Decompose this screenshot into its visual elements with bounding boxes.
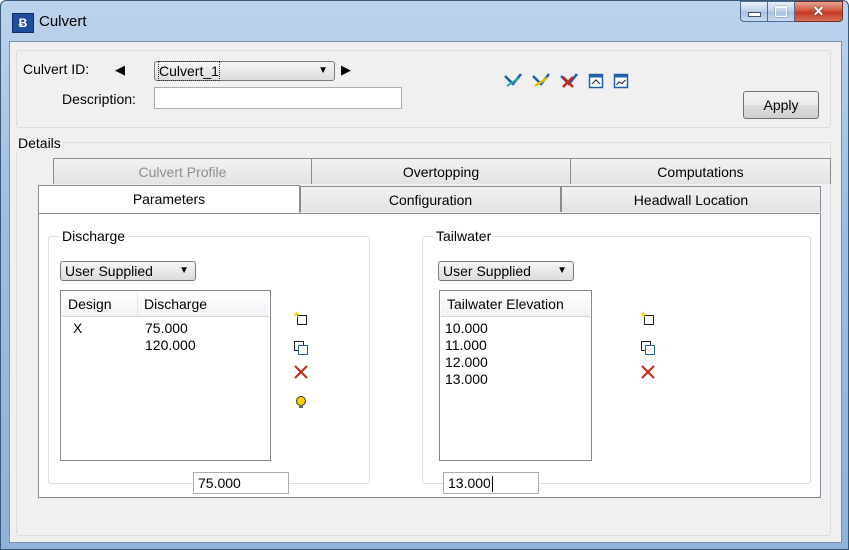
graph-icon[interactable]: [611, 71, 631, 91]
discharge-list-header: Design Discharge: [62, 292, 269, 317]
copy-discharge-icon[interactable]: [292, 339, 310, 357]
list-item[interactable]: X 75.000: [61, 320, 261, 337]
discharge-value-input[interactable]: 75.000: [193, 472, 289, 494]
add-tailwater-icon[interactable]: [639, 310, 657, 328]
tailwater-cell: 13.000: [445, 371, 488, 387]
tailwater-cell: 10.000: [445, 320, 488, 336]
minimize-button[interactable]: [740, 1, 768, 22]
column-header-discharge[interactable]: Discharge: [138, 292, 269, 316]
tailwater-mode-value: User Supplied: [443, 263, 531, 279]
window-title: Culvert: [39, 13, 87, 30]
delete-tailwater-icon[interactable]: [639, 363, 657, 381]
delete-culvert-icon[interactable]: [559, 71, 579, 91]
apply-button[interactable]: Apply: [743, 91, 819, 119]
design-cell: X: [73, 320, 83, 336]
maximize-icon: [775, 6, 787, 17]
close-button[interactable]: ✕: [795, 1, 843, 22]
add-discharge-icon[interactable]: [292, 310, 310, 328]
parameters-tab-panel: Discharge User Supplied ▼ Design Dischar…: [38, 213, 821, 498]
tailwater-value-input[interactable]: 13.000: [443, 472, 539, 494]
chevron-down-icon: ▼: [557, 265, 567, 276]
list-item[interactable]: 120.000: [61, 337, 261, 354]
maximize-button[interactable]: [768, 1, 795, 22]
previous-culvert-button[interactable]: ◀: [113, 62, 127, 78]
tailwater-cell: 11.000: [445, 337, 487, 353]
details-label: Details: [16, 135, 63, 151]
column-header-design[interactable]: Design: [62, 292, 138, 316]
description-label: Description:: [62, 91, 136, 107]
tab-overtopping[interactable]: Overtopping: [311, 158, 571, 184]
next-culvert-button[interactable]: ▶: [339, 62, 353, 78]
lightbulb-icon[interactable]: [292, 394, 310, 412]
report-icon[interactable]: [586, 71, 606, 91]
caption-buttons: ✕: [740, 1, 843, 23]
tailwater-cell: 12.000: [445, 354, 488, 370]
profile-view-icon[interactable]: [503, 71, 523, 91]
title-bar[interactable]: Ƀ Culvert ✕: [1, 1, 849, 41]
close-icon: ✕: [812, 3, 825, 19]
tab-culvert-profile[interactable]: Culvert Profile: [53, 158, 312, 184]
copy-tailwater-icon[interactable]: [639, 339, 657, 357]
app-icon: Ƀ: [12, 13, 34, 33]
dialog-client-area: Culvert ID: ◀ Culvert_1 ▼ ▶ Description:: [9, 41, 842, 543]
description-input[interactable]: [154, 87, 402, 109]
discharge-cell: 120.000: [145, 337, 196, 353]
discharge-mode-select[interactable]: User Supplied ▼: [60, 261, 196, 281]
discharge-mode-value: User Supplied: [65, 263, 153, 279]
tab-parameters[interactable]: Parameters: [38, 185, 300, 213]
tab-headwall-location[interactable]: Headwall Location: [561, 186, 821, 212]
column-header-tailwater-elevation[interactable]: Tailwater Elevation: [441, 292, 592, 316]
tailwater-mode-select[interactable]: User Supplied ▼: [438, 261, 574, 281]
tailwater-list-header: Tailwater Elevation: [441, 292, 590, 317]
tailwater-list[interactable]: Tailwater Elevation 10.000 11.000 12.000…: [439, 290, 592, 461]
delete-discharge-icon[interactable]: [292, 363, 310, 381]
plan-view-icon[interactable]: [531, 71, 551, 91]
window-frame: Ƀ Culvert ✕ Culvert ID: ◀ Culvert_1 ▼ ▶ …: [0, 0, 849, 550]
minimize-icon: [747, 12, 761, 17]
tailwater-value-text: 13.000: [448, 475, 491, 491]
chevron-down-icon: ▼: [179, 265, 189, 276]
discharge-caption: Discharge: [59, 228, 129, 244]
discharge-list[interactable]: Design Discharge X 75.000 120.000: [60, 290, 271, 461]
culvert-id-select[interactable]: Culvert_1 ▼: [154, 61, 335, 81]
culvert-id-value: Culvert_1: [158, 61, 220, 81]
chevron-down-icon: ▼: [318, 65, 328, 76]
discharge-cell: 75.000: [145, 320, 188, 336]
tailwater-caption: Tailwater: [433, 228, 495, 244]
text-caret: [491, 476, 493, 493]
tab-configuration[interactable]: Configuration: [300, 186, 561, 212]
tab-computations[interactable]: Computations: [570, 158, 831, 184]
culvert-header-group: Culvert ID: ◀ Culvert_1 ▼ ▶ Description:: [16, 50, 831, 128]
culvert-id-label: Culvert ID:: [23, 61, 90, 77]
